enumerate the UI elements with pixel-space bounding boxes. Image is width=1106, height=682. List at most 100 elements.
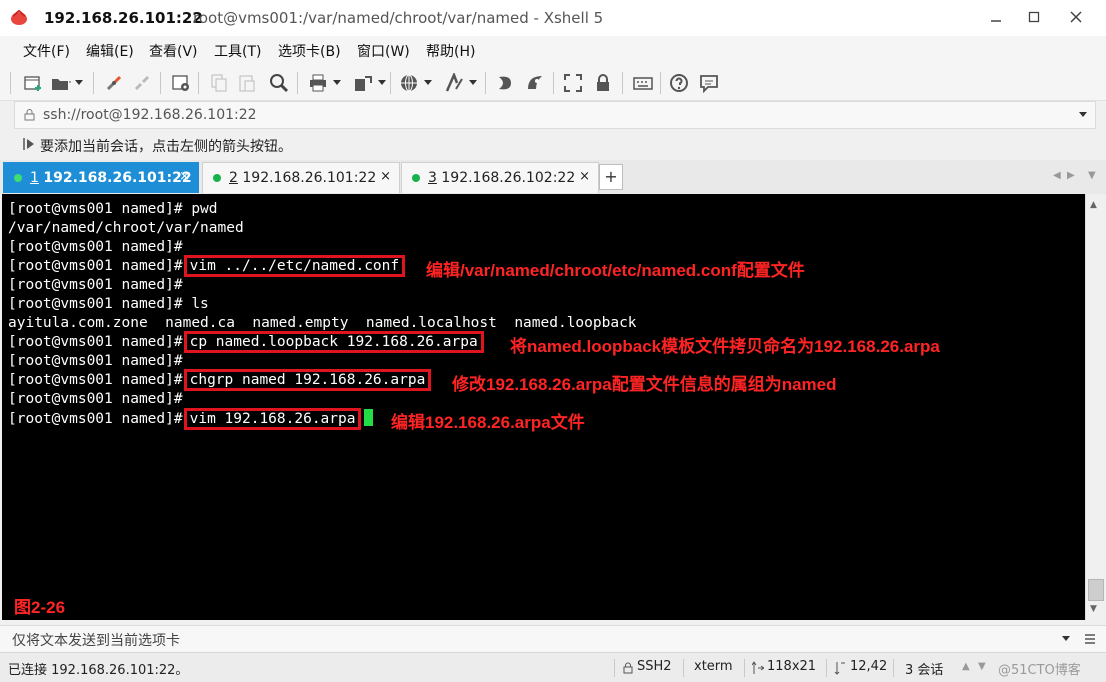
terminal-line: [root@vms001 named]#	[8, 277, 183, 293]
open-dropdown[interactable]	[74, 72, 84, 94]
highlighted-command: vim 192.168.26.arpa	[183, 408, 362, 430]
compose-dropdown-icon[interactable]	[1062, 636, 1070, 642]
tab-menu-icon[interactable]: ▼	[1088, 170, 1096, 181]
tab-scroll-left-icon[interactable]: ◀	[1053, 170, 1061, 181]
keyboard-button[interactable]	[632, 72, 654, 94]
cursor-position-icon	[834, 662, 845, 675]
status-separator	[614, 659, 615, 677]
close-window-button[interactable]	[1062, 4, 1090, 30]
help-button[interactable]	[668, 72, 690, 94]
annotation-note: 修改192.168.26.arpa配置文件信息的属组为named	[452, 375, 837, 394]
encoding-button[interactable]	[398, 72, 420, 94]
annotation-note: 编辑/var/named/chroot/etc/named.conf配置文件	[426, 261, 805, 280]
chevron-down-icon	[75, 80, 83, 85]
prompt: [root@vms001 named]#	[8, 411, 183, 427]
print-dropdown[interactable]	[332, 72, 342, 94]
new-session-button[interactable]	[22, 72, 44, 94]
terminal[interactable]: [root@vms001 named]# pwd /var/named/chro…	[2, 194, 1085, 620]
toolbar-separator	[160, 72, 161, 94]
session-tab-2[interactable]: 2 192.168.26.101:22 ×	[202, 162, 400, 193]
address-bar[interactable]: ssh://root@192.168.26.101:22	[14, 101, 1096, 129]
terminal-line: [root@vms001 named]# vim 192.168.26.arpa	[8, 408, 374, 430]
highlighted-command: cp named.loopback 192.168.26.arpa	[183, 331, 484, 353]
toolbar-separator	[660, 72, 661, 94]
prev-session-icon[interactable]: ▲	[962, 661, 970, 672]
status-separator	[744, 659, 745, 677]
menu-bar: 文件(F) 编辑(E) 查看(V) 工具(T) 选项卡(B) 窗口(W) 帮助(…	[0, 36, 1106, 64]
new-tab-button[interactable]: +	[599, 164, 623, 190]
transfer-button[interactable]	[352, 72, 374, 94]
add-session-arrow-icon[interactable]	[22, 137, 36, 151]
print-button[interactable]	[307, 72, 329, 94]
font-button[interactable]	[443, 72, 465, 94]
chat-button[interactable]	[698, 72, 720, 94]
menu-window[interactable]: 窗口(W)	[357, 41, 410, 61]
properties-button[interactable]	[170, 72, 192, 94]
new-session-icon	[24, 76, 41, 91]
menu-edit[interactable]: 编辑(E)	[86, 41, 134, 61]
next-session-icon[interactable]: ▼	[978, 661, 986, 672]
close-tab-icon[interactable]: ×	[579, 169, 590, 184]
hint-text: 要添加当前会话，点击左侧的箭头按钮。	[40, 139, 292, 155]
terminal-size: 118x21	[767, 659, 817, 674]
encoding-dropdown[interactable]	[423, 72, 433, 94]
lock-button[interactable]	[592, 72, 614, 94]
status-bar: 已连接 192.168.26.101:22。 SSH2 xterm 118x21…	[0, 652, 1106, 682]
paste-icon	[239, 75, 255, 92]
scroll-thumb[interactable]	[1088, 579, 1104, 601]
status-separator	[683, 659, 684, 677]
window-title-host: 192.168.26.101:22	[44, 9, 203, 27]
scroll-down-icon[interactable]: ▼	[1090, 604, 1097, 614]
compose-bar[interactable]: 仅将文本发送到当前选项卡	[0, 625, 1106, 652]
connect-button[interactable]	[103, 72, 125, 94]
session-tab-1[interactable]: 1 192.168.26.101:22 ×	[3, 162, 199, 193]
terminal-line: [root@vms001 named]# ls	[8, 296, 209, 312]
xmanager-icon	[528, 76, 542, 89]
minimize-button[interactable]	[982, 4, 1010, 30]
session-hint-bar: 要添加当前会话，点击左侧的箭头按钮。	[0, 130, 1106, 158]
close-tab-icon[interactable]: ×	[179, 169, 190, 184]
help-icon	[670, 74, 688, 92]
chevron-down-icon	[424, 80, 432, 85]
annotation-note: 编辑192.168.26.arpa文件	[391, 413, 585, 432]
menu-view[interactable]: 查看(V)	[149, 41, 198, 61]
copy-button[interactable]	[208, 72, 230, 94]
lock-icon	[24, 109, 35, 121]
font-dropdown[interactable]	[468, 72, 478, 94]
transfer-icon	[355, 76, 372, 91]
terminal-scrollbar[interactable]: ▲ ▼	[1085, 194, 1105, 620]
tab-bar: 1 192.168.26.101:22 × 2 192.168.26.101:2…	[0, 160, 1106, 194]
link-icon	[106, 75, 122, 91]
unlink-icon	[134, 75, 150, 91]
connected-status-icon	[14, 174, 22, 182]
xmanager-button[interactable]	[524, 72, 546, 94]
menu-tab[interactable]: 选项卡(B)	[278, 41, 341, 61]
fullscreen-button[interactable]	[562, 72, 584, 94]
printer-icon	[310, 74, 326, 92]
compose-menu-icon[interactable]	[1084, 633, 1096, 645]
find-button[interactable]	[268, 72, 290, 94]
menu-tools[interactable]: 工具(T)	[214, 41, 261, 61]
connected-status-icon	[412, 174, 420, 182]
tab-label: 2 192.168.26.101:22	[229, 170, 377, 186]
terminal-line: [root@vms001 named]# chgrp named 192.168.…	[8, 369, 432, 391]
transfer-dropdown[interactable]	[377, 72, 387, 94]
open-button[interactable]	[50, 72, 72, 94]
menu-help[interactable]: 帮助(H)	[426, 41, 475, 61]
scroll-up-icon[interactable]: ▲	[1090, 200, 1097, 210]
window-title-path: root@vms001:/var/named/chroot/var/named …	[193, 9, 604, 27]
folder-open-icon	[52, 79, 71, 90]
tab-label: 3 192.168.26.102:22	[428, 170, 576, 186]
tab-scroll-right-icon[interactable]: ▶	[1067, 170, 1075, 181]
session-tab-3[interactable]: 3 192.168.26.102:22 ×	[401, 162, 599, 193]
xftp-button[interactable]	[494, 72, 516, 94]
terminal-type: xterm	[694, 659, 733, 674]
close-tab-icon[interactable]: ×	[380, 169, 391, 184]
xftp-icon	[499, 76, 511, 90]
address-dropdown-icon[interactable]	[1079, 112, 1087, 118]
maximize-button[interactable]	[1020, 4, 1048, 30]
toolbar	[0, 64, 1106, 101]
disconnect-button[interactable]	[131, 72, 153, 94]
menu-file[interactable]: 文件(F)	[23, 41, 70, 61]
paste-button[interactable]	[236, 72, 258, 94]
